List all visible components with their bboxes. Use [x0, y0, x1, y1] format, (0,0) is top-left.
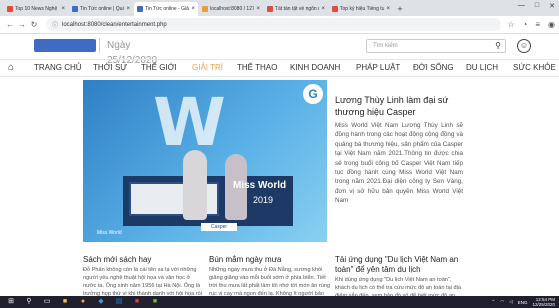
tab-title: Tin Tức online - Giải Trí: [145, 6, 190, 12]
home-icon[interactable]: ⌂: [8, 62, 14, 73]
nav-item[interactable]: GIẢI TRÍ: [192, 63, 223, 72]
browser-tab[interactable]: Top 10 News Nghệ ×: [4, 2, 68, 16]
article-card: Sách mới sách hay Đỗ Phấn không còn là c…: [83, 255, 205, 296]
tab-favicon-icon: [7, 6, 13, 12]
site-header: Ngày 25/12/2020 Tìm kiếm ⚲ ☺: [0, 34, 559, 66]
tab-title: localhost:8080 / 127.0.: [210, 6, 255, 12]
tab-close-icon[interactable]: ×: [386, 6, 390, 12]
nav-item[interactable]: THẾ GIỚI: [141, 63, 177, 72]
featured-article: Lương Thùy Linh làm đại sứ thương hiệu C…: [335, 94, 463, 235]
browser-tab[interactable]: Tất tần tật về ngôn ngữ×: [264, 2, 328, 16]
hero-sponsor-text: Casper: [201, 223, 237, 231]
featured-image[interactable]: W Miss World 2019 Miss World Casper G: [83, 80, 327, 242]
tab-close-icon[interactable]: ×: [321, 6, 325, 12]
article-card: Bún mắm ngày mưa Những ngày mưa thu ở Đà…: [209, 255, 331, 296]
tab-close-icon[interactable]: ×: [256, 6, 260, 12]
site-logo[interactable]: [34, 39, 96, 52]
main-nav: ⌂ TRANG CHỦ THỜI SỰ THẾ GIỚI GIẢI TRÍ THỂ TH…: [0, 59, 559, 77]
article-title[interactable]: Bún mắm ngày mưa: [209, 255, 331, 265]
browser-tab[interactable]: Top ký hiệu Tiếng tư tổ×: [329, 2, 393, 16]
maximize-button[interactable]: □: [535, 2, 539, 10]
nav-item[interactable]: THỂ THAO: [237, 63, 277, 72]
info-icon[interactable]: ⓘ: [52, 20, 58, 29]
url-field[interactable]: ⓘ localhost:8080/clean/entertainment.php: [46, 18, 502, 31]
language-indicator[interactable]: ENG: [518, 300, 528, 305]
tray-up-icon[interactable]: ⌃: [492, 299, 496, 305]
person-graphic: [183, 150, 207, 220]
os-taskbar: ⊞ ⚲ ▭ ■ ● ◆ ▤ ■ ■ ⌃ ◠ ◁ ENG 12:54 PM 12/…: [0, 296, 559, 308]
browser-tab[interactable]: Tin Tức online - Giải Trí×: [134, 2, 198, 16]
back-icon[interactable]: ←: [4, 20, 16, 29]
start-icon[interactable]: ⊞: [6, 298, 16, 306]
nav-item[interactable]: PHÁP LUẬT: [356, 63, 400, 72]
tab-favicon-icon: [202, 6, 208, 12]
search-icon[interactable]: ⚲: [24, 298, 34, 306]
article-title[interactable]: Tải ứng dụng "Du lịch Việt Nam an toàn" …: [335, 255, 463, 275]
nav-item[interactable]: SỨC KHỎE: [513, 63, 556, 72]
hero-miss-world-text: Miss World: [233, 180, 287, 191]
nav-item[interactable]: TRANG CHỦ: [34, 63, 82, 72]
nav-item[interactable]: DU LỊCH: [466, 63, 498, 72]
new-tab-button[interactable]: +: [394, 2, 406, 16]
tab-favicon-icon: [332, 6, 338, 12]
browser-tab-strip: Top 10 News Nghệ × Tin Tức online | Quản × T…: [0, 0, 559, 16]
file-explorer-icon[interactable]: ■: [60, 298, 70, 306]
header-date: Ngày 25/12/2020: [99, 38, 179, 66]
app-icon[interactable]: ■: [150, 298, 160, 306]
address-bar: ← → ↻ ⓘ localhost:8080/clean/entertainme…: [0, 16, 559, 34]
article-card: Tải ứng dụng "Du lịch Việt Nam an toàn" …: [335, 255, 463, 296]
extension-icon[interactable]: ◔: [523, 20, 528, 29]
user-icon[interactable]: ☺: [517, 39, 531, 53]
window-controls: — □ ✕: [518, 2, 555, 10]
tab-title: Tất tần tật về ngôn ngữ: [275, 6, 319, 12]
clock[interactable]: 12:54 PM 12/25/2020: [532, 297, 555, 307]
search-placeholder: Tìm kiếm: [373, 43, 398, 49]
minimize-button[interactable]: —: [518, 2, 525, 10]
tab-title: Top 10 News Nghệ: [15, 6, 58, 12]
browser-tab[interactable]: localhost:8080 / 127.0.×: [199, 2, 263, 16]
close-window-button[interactable]: ✕: [549, 2, 555, 10]
search-input[interactable]: Tìm kiếm ⚲: [366, 39, 506, 53]
app-icon[interactable]: ■: [132, 298, 142, 306]
profile-icon[interactable]: ◉: [548, 20, 555, 29]
article-summary: Những ngày mưa thu ở Đà Nẵng, sương khói…: [209, 267, 331, 296]
volume-icon[interactable]: ◁: [509, 299, 512, 305]
nav-item[interactable]: THỜI SỰ: [93, 63, 127, 72]
article-summary: Đỗ Phấn không còn là cái tên xa lạ với n…: [83, 267, 203, 296]
tab-favicon-icon: [267, 6, 273, 12]
clock-date: 12/25/2020: [532, 302, 555, 307]
forward-icon[interactable]: →: [16, 20, 28, 29]
hero-badge-text: Miss World: [97, 230, 122, 236]
search-icon[interactable]: ⚲: [495, 40, 501, 52]
network-icon[interactable]: ◠: [500, 299, 504, 305]
reading-list-icon[interactable]: ≡: [535, 20, 540, 29]
app-icon[interactable]: ▤: [114, 298, 124, 306]
browser-tab[interactable]: Tin Tức online | Quản ×: [69, 2, 133, 16]
system-tray: ⌃ ◠ ◁ ENG 12:54 PM 12/25/2020: [492, 297, 555, 307]
corner-logo-icon: G: [303, 84, 323, 104]
tab-favicon-icon: [137, 6, 143, 12]
tab-title: Top ký hiệu Tiếng tư tổ: [340, 6, 385, 12]
featured-title[interactable]: Lương Thùy Linh làm đại sứ thương hiệu C…: [335, 94, 463, 118]
nav-item[interactable]: ĐỜI SỐNG: [413, 63, 454, 72]
article-title[interactable]: Sách mới sách hay: [83, 255, 205, 265]
chrome-icon[interactable]: ●: [78, 298, 88, 306]
nav-item[interactable]: KINH DOANH: [290, 63, 340, 72]
tab-title: Tin Tức online | Quản: [80, 6, 125, 12]
task-view-icon[interactable]: ▭: [42, 298, 52, 306]
bookmark-star-icon[interactable]: ☆: [507, 20, 514, 29]
tab-favicon-icon: [72, 6, 78, 12]
article-summary: Khi dùng ứng dụng "Du lịch Việt Nam an t…: [335, 277, 461, 296]
tab-close-icon[interactable]: ×: [61, 6, 65, 12]
vscode-icon[interactable]: ◆: [96, 298, 106, 306]
miss-world-logo-graphic: W: [153, 84, 226, 161]
tab-close-icon[interactable]: ×: [126, 6, 130, 12]
hero-year-text: 2019: [253, 195, 274, 205]
reload-icon[interactable]: ↻: [28, 20, 40, 29]
url-text: localhost:8080/clean/entertainment.php: [62, 21, 167, 28]
tab-close-icon[interactable]: ×: [191, 6, 195, 12]
featured-summary: Miss World Việt Nam Lương Thùy Linh sẽ đ…: [335, 122, 463, 205]
